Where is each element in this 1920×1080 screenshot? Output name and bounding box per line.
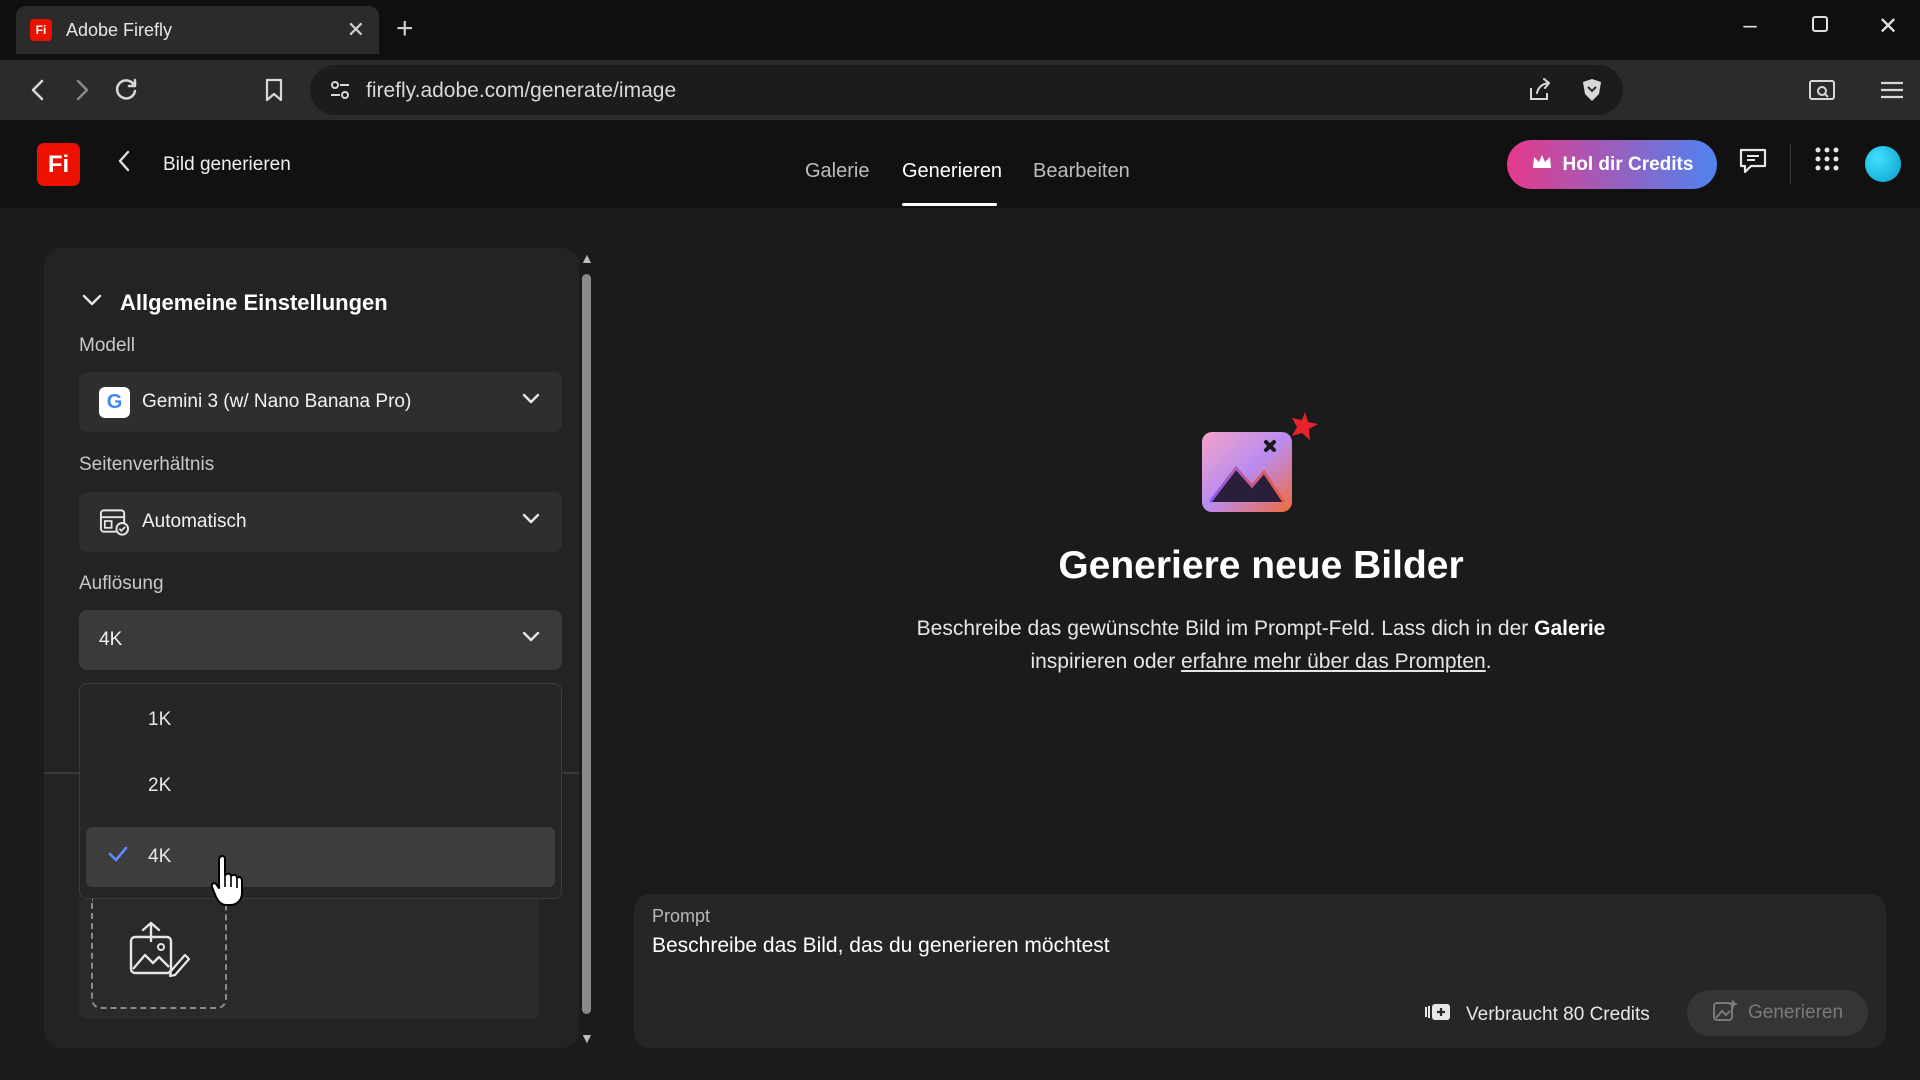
share-icon[interactable] [1524, 74, 1556, 106]
close-window-icon[interactable]: ✕ [1868, 12, 1908, 41]
aspect-ratio-value: Automatisch [142, 511, 247, 532]
credits-usage-text: Verbraucht 80 Credits [1466, 1004, 1650, 1025]
chevron-down-icon [520, 388, 542, 416]
browser-toolbar: firefly.adobe.com/generate/image [0, 60, 1920, 120]
generate-sparkle-icon [1712, 998, 1738, 1028]
empty-state-title: Generiere neue Bilder [1058, 544, 1464, 587]
resolution-option-1k[interactable]: 1K [86, 690, 555, 750]
description-text: Beschreibe das gewünschte Bild im Prompt… [916, 617, 1535, 640]
resolution-option-2k[interactable]: 2K [86, 756, 555, 816]
tab-edit[interactable]: Bearbeiten [1033, 160, 1130, 183]
resolution-label: Auflösung [79, 573, 164, 594]
address-bar[interactable]: firefly.adobe.com/generate/image [310, 65, 1623, 115]
tab-close-icon[interactable]: ✕ [347, 17, 365, 43]
tab-generate[interactable]: Generieren [902, 160, 1002, 183]
minimize-icon[interactable]: – [1730, 12, 1770, 40]
panel-scrollbar[interactable]: ▲ ▼ [580, 250, 594, 1050]
browser-tabstrip: Fi Adobe Firefly ✕ + – ✕ [0, 0, 1920, 60]
model-select[interactable]: G Gemini 3 (w/ Nano Banana Pro) [79, 372, 562, 432]
panel-divider [562, 772, 579, 774]
maximize-icon[interactable] [1800, 12, 1840, 40]
collapse-chevron-icon[interactable] [80, 288, 104, 318]
prompt-label: Prompt [652, 906, 711, 926]
bookmark-icon[interactable] [258, 74, 290, 106]
reload-icon[interactable] [110, 74, 142, 106]
prompt-box[interactable]: Prompt Beschreibe das Bild, das du gener… [634, 894, 1886, 1048]
back-icon[interactable] [22, 74, 54, 106]
get-credits-button[interactable]: Hol dir Credits [1507, 140, 1717, 189]
model-label: Modell [79, 335, 135, 356]
page-title: Bild generieren [163, 154, 291, 175]
menu-icon[interactable] [1876, 74, 1908, 106]
generate-image-illustration-icon [1200, 410, 1325, 515]
panel-divider [44, 772, 79, 774]
active-tab-indicator [902, 203, 997, 206]
section-title[interactable]: Allgemeine Einstellungen [120, 290, 388, 316]
generate-button[interactable]: Generieren [1687, 990, 1868, 1036]
option-label: 2K [148, 775, 172, 796]
browser-tab[interactable]: Fi Adobe Firefly ✕ [16, 6, 379, 54]
resolution-dropdown: 1K 2K 4K [79, 683, 562, 899]
resolution-option-4k[interactable]: 4K [86, 827, 555, 887]
brave-shield-icon[interactable] [1576, 74, 1608, 106]
description-text: inspirieren oder [1030, 650, 1182, 673]
upload-image-dropzone[interactable] [91, 899, 227, 1009]
credits-icon [1424, 1002, 1452, 1028]
apps-grid-icon[interactable] [1814, 146, 1840, 179]
description-text: . [1485, 650, 1492, 673]
get-credits-label: Hol dir Credits [1562, 153, 1694, 175]
tab-gallery[interactable]: Galerie [805, 160, 869, 183]
header-divider [1790, 144, 1791, 184]
scroll-up-arrow-icon[interactable]: ▲ [580, 250, 594, 266]
site-settings-icon[interactable] [324, 74, 356, 106]
back-arrow-icon[interactable] [116, 148, 132, 181]
scroll-down-arrow-icon[interactable]: ▼ [580, 1030, 594, 1046]
upload-image-icon [127, 921, 191, 986]
aspect-ratio-auto-icon [99, 507, 130, 538]
generate-button-label: Generieren [1747, 1002, 1844, 1023]
model-value: Gemini 3 (w/ Nano Banana Pro) [142, 391, 412, 412]
prompt-input[interactable]: Beschreibe das Bild, das du generieren m… [652, 934, 1110, 958]
empty-state-description: Beschreibe das gewünschte Bild im Prompt… [900, 612, 1622, 678]
reader-mode-icon[interactable] [1806, 74, 1838, 106]
forward-icon[interactable] [66, 74, 98, 106]
aspect-ratio-select[interactable]: Automatisch [79, 492, 562, 552]
resolution-value: 4K [99, 629, 123, 650]
tab-favicon: Fi [30, 19, 52, 41]
resolution-select[interactable]: 4K [79, 610, 562, 670]
tab-title: Adobe Firefly [66, 19, 173, 40]
crown-icon [1531, 153, 1553, 176]
option-label: 1K [148, 709, 172, 730]
aspect-ratio-label: Seitenverhältnis [79, 454, 215, 475]
hand-cursor-icon [210, 854, 244, 907]
option-label: 4K [148, 846, 172, 867]
gallery-link[interactable]: Galerie [1534, 617, 1605, 640]
feedback-icon[interactable] [1738, 146, 1768, 183]
firefly-logo[interactable]: Fi [37, 143, 80, 186]
learn-prompting-link[interactable]: erfahre mehr über das Prompten [1181, 650, 1486, 673]
chevron-down-icon [520, 626, 542, 654]
checkmark-icon [108, 846, 128, 868]
app-header: Fi Bild generieren Galerie Generieren Be… [0, 120, 1920, 208]
url-text: firefly.adobe.com/generate/image [366, 79, 677, 102]
credits-usage: Verbraucht 80 Credits [1424, 1002, 1650, 1028]
scrollbar-thumb[interactable] [582, 274, 591, 1014]
user-avatar[interactable] [1865, 146, 1901, 182]
google-g-icon: G [99, 386, 130, 418]
new-tab-icon[interactable]: + [396, 12, 414, 46]
chevron-down-icon [520, 508, 542, 536]
